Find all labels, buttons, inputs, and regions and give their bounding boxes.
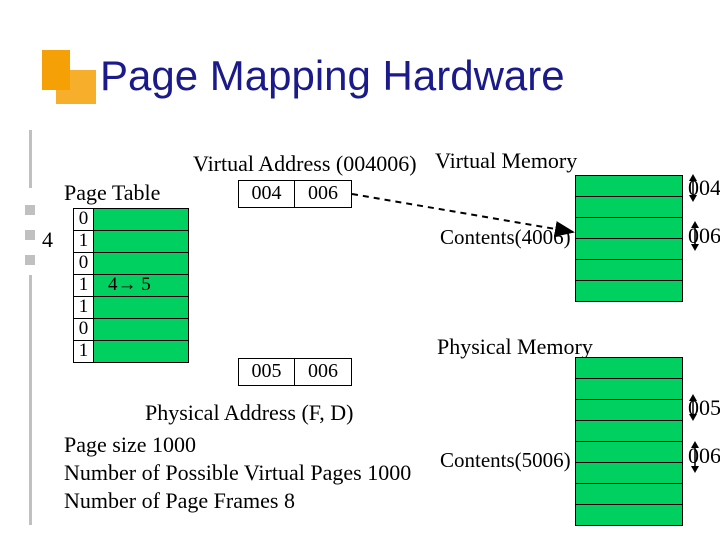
pt-bit: 0: [74, 319, 94, 340]
pt-note: [94, 253, 188, 274]
pa-frame: 005: [239, 359, 295, 385]
footer-line-3: Number of Page Frames 8: [64, 488, 295, 514]
page-table-label: Page Table: [64, 180, 160, 206]
pa-offset: 006: [295, 359, 351, 385]
pt-bit: 1: [74, 341, 94, 362]
vm-row-label-004: 004: [688, 175, 720, 201]
pt-note: 4→ 5: [94, 275, 188, 296]
footer-line-2: Number of Possible Virtual Pages 1000: [64, 460, 411, 486]
pt-bit: 1: [74, 231, 94, 252]
pt-bit: 1: [74, 297, 94, 318]
footer-line-1: Page size 1000: [64, 432, 196, 458]
pm-contents-label: Contents(5006): [440, 448, 571, 473]
pt-note: [94, 209, 188, 230]
pm-row-label-006: 006: [688, 443, 720, 469]
physical-address-box: 005 006: [238, 358, 352, 386]
slide-title: Page Mapping Hardware: [100, 52, 565, 100]
physical-memory: [575, 357, 683, 526]
pt-note: [94, 341, 188, 362]
pm-row-label-005: 005: [688, 395, 720, 421]
left-deco-bar: [25, 130, 35, 530]
page-table-index-4: 4: [42, 227, 53, 253]
pt-bit: 0: [74, 253, 94, 274]
virtual-memory: [575, 175, 683, 302]
virtual-address-label: Virtual Address (004006): [193, 151, 417, 177]
va-offset: 006: [295, 181, 351, 207]
page-table: 0 1 0 1 4→ 5 1 0 1: [73, 208, 189, 363]
pt-bit: 1: [74, 275, 94, 296]
deco-rect: [56, 70, 96, 104]
virtual-memory-label: Virtual Memory: [435, 148, 577, 174]
pt-note: [94, 319, 188, 340]
pt-bit: 0: [74, 209, 94, 230]
physical-address-label: Physical Address (F, D): [145, 400, 353, 426]
pt-note: [94, 297, 188, 318]
pt-note: [94, 231, 188, 252]
va-page: 004: [239, 181, 295, 207]
vm-row-label-006: 006: [688, 223, 720, 249]
vm-contents-label: Contents(4006): [440, 225, 571, 250]
virtual-address-box: 004 006: [238, 180, 352, 208]
physical-memory-label: Physical Memory: [437, 334, 593, 360]
